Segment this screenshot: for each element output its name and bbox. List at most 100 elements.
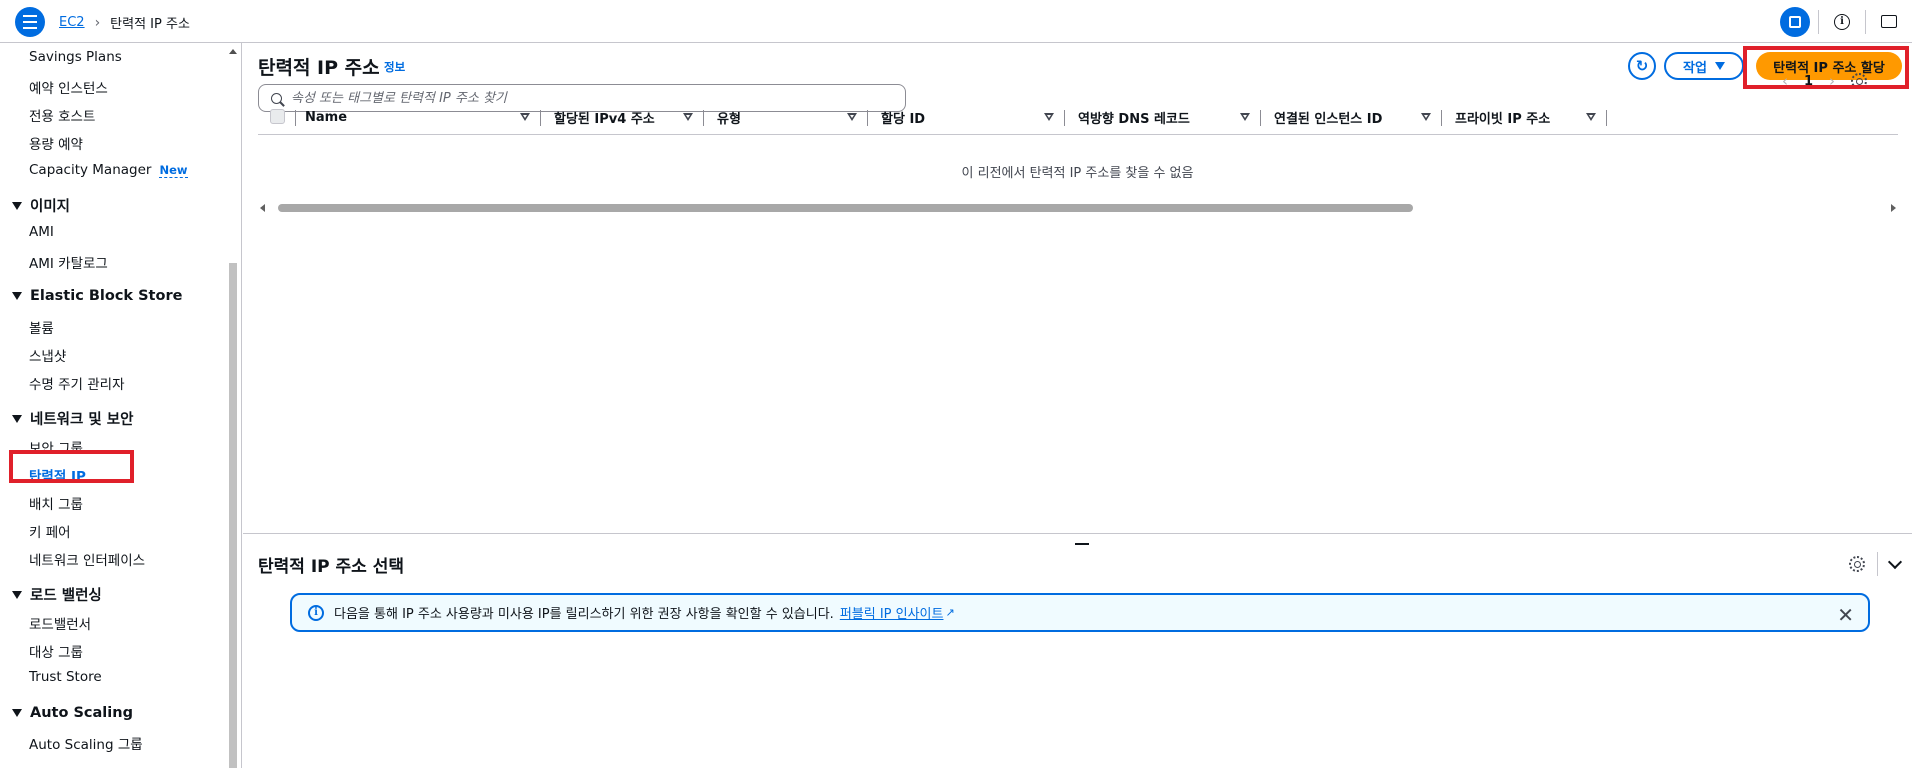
sidebar-item[interactable]: 용량 예약 (29, 133, 83, 153)
column-header[interactable]: 유형 (703, 99, 867, 135)
sidebar-item-label: 로드밸런서 (29, 617, 92, 633)
sidebar-item[interactable]: 수명 주기 관리자 (29, 373, 125, 393)
table-header: Name 할당된 IPv4 주소 유형 할당 ID 역방향 DNS 레코드 연결… (258, 99, 1898, 135)
refresh-button[interactable]: ↻ (1628, 52, 1656, 80)
breadcrumb-current: 탄력적 IP 주소 (110, 17, 190, 32)
close-icon[interactable]: ✕ (1837, 603, 1854, 627)
sort-icon[interactable] (847, 113, 857, 121)
highlight-box-allocate (1743, 46, 1909, 89)
column-header[interactable]: 역방향 DNS 레코드 (1064, 99, 1260, 135)
sidebar-section-header[interactable]: 이미지 (12, 195, 70, 216)
breadcrumb-ec2-link[interactable]: EC2 (59, 15, 85, 30)
column-divider (1260, 110, 1261, 126)
sidebar-item[interactable]: Trust Store (29, 669, 102, 685)
sidebar-item[interactable]: AMI (29, 224, 54, 240)
sidebar-item[interactable]: 전용 호스트 (29, 105, 95, 125)
column-divider-end (1606, 99, 1616, 135)
info-link[interactable]: 정보 (384, 59, 405, 75)
sort-icon[interactable] (1421, 113, 1431, 121)
sort-icon[interactable] (683, 113, 693, 121)
scrollbar-thumb[interactable] (278, 204, 1413, 212)
caret-down-icon[interactable] (12, 590, 22, 599)
chevron-down-icon[interactable] (1887, 554, 1903, 569)
sidebar-item-label: Auto Scaling 그룹 (29, 737, 143, 753)
sidebar: Savings Plans 예약 인스턴스전용 호스트용량 예약 Capacity … (0, 43, 242, 768)
sidebar-item[interactable]: 배치 그룹 (29, 493, 83, 513)
sidebar-section-label: Elastic Block Store (30, 288, 183, 304)
actions-dropdown-button[interactable]: 작업 (1664, 52, 1744, 80)
column-header[interactable]: 연결된 인스턴스 ID (1260, 99, 1441, 135)
monitor-icon (1881, 15, 1897, 28)
refresh-icon: ↻ (1635, 57, 1649, 75)
info-icon: i (308, 604, 324, 621)
sidebar-item-label: 네트워크 인터페이스 (29, 553, 146, 569)
sidebar-item-label: 전용 호스트 (29, 109, 96, 125)
caret-down-icon[interactable] (12, 709, 22, 717)
info-panel-button[interactable]: i (1819, 0, 1865, 43)
sidebar-item[interactable]: 스냅샷 (29, 345, 66, 365)
sidebar-scrollbar[interactable] (229, 43, 238, 768)
sort-icon[interactable] (1586, 113, 1596, 121)
sidebar-item[interactable]: 키 페어 (29, 521, 71, 541)
sidebar-item[interactable]: 로드밸런서 (29, 613, 91, 633)
sidebar-item[interactable]: 예약 인스턴스 (29, 77, 108, 97)
caret-down-icon[interactable] (12, 292, 22, 300)
sidebar-item-label: Savings Plans (29, 49, 122, 65)
sidebar-item[interactable]: 볼륨 (29, 317, 54, 337)
sidebar-item[interactable]: 대상 그룹 (29, 641, 83, 661)
breadcrumb: EC2 › 탄력적 IP 주소 (59, 13, 190, 33)
external-link-icon[interactable]: ↗ (945, 606, 954, 619)
info-alert: i 다음을 통해 IP 주소 사용량과 미사용 IP를 릴리스하기 위한 권장 … (290, 593, 1870, 632)
split-panel-tools (1849, 552, 1903, 576)
caret-down-icon[interactable] (12, 201, 22, 210)
split-panel-title: 탄력적 IP 주소 선택 (258, 557, 405, 577)
sort-icon[interactable] (520, 113, 530, 121)
caret-down-icon[interactable] (12, 414, 22, 423)
sidebar-item-label: 수명 주기 관리자 (29, 377, 125, 393)
scroll-up-icon[interactable] (229, 49, 237, 54)
sort-icon[interactable] (1044, 113, 1054, 121)
sidebar-item-label: 키 페어 (29, 525, 71, 541)
page-title: 탄력적 IP 주소 (258, 57, 380, 79)
sidebar-item[interactable]: 네트워크 인터페이스 (29, 549, 145, 569)
column-divider (867, 110, 868, 126)
sidebar-section-label: 네트워크 및 보안 (30, 412, 134, 428)
tools-panel-button[interactable] (1772, 0, 1818, 43)
scroll-right-icon[interactable] (1891, 204, 1896, 212)
sidebar-item[interactable]: AMI 카탈로그 (29, 252, 108, 272)
sidebar-item-label: 배치 그룹 (29, 497, 83, 513)
select-all-checkbox[interactable] (270, 109, 285, 124)
column-header[interactable]: 프라이빗 IP 주소 (1441, 99, 1606, 135)
menu-icon[interactable] (15, 7, 45, 37)
sort-icon[interactable] (1240, 113, 1250, 121)
settings-gear-icon[interactable] (1849, 556, 1865, 572)
sidebar-item[interactable]: Savings Plans (29, 49, 122, 65)
scroll-left-icon[interactable] (260, 204, 265, 212)
new-badge: New (159, 163, 188, 178)
sidebar-item-label: 볼륨 (29, 321, 54, 337)
sidebar-section-header[interactable]: Auto Scaling (12, 705, 133, 721)
resize-handle[interactable] (1075, 543, 1089, 545)
scrollbar-thumb[interactable] (229, 263, 237, 768)
empty-table-message: 이 리전에서 탄력적 IP 주소를 찾을 수 없음 (961, 166, 1194, 181)
sidebar-item[interactable]: Capacity Manager New (29, 162, 188, 178)
column-header[interactable]: Name (295, 99, 540, 135)
column-header[interactable]: 할당된 IPv4 주소 (540, 99, 703, 135)
sidebar-section-header[interactable]: Elastic Block Store (12, 288, 182, 304)
column-header[interactable]: 할당 ID (867, 99, 1064, 135)
column-divider (1606, 110, 1607, 126)
main-content: 탄력적 IP 주소 정보 ↻ 작업 탄력적 IP 주소 할당 ‹ 1 › Nam… (243, 43, 1912, 533)
sidebar-item[interactable]: Auto Scaling 그룹 (29, 733, 143, 753)
sidebar-section-label: 이미지 (30, 199, 71, 215)
sidebar-item-label: 스냅샷 (29, 349, 67, 365)
feedback-button[interactable] (1866, 0, 1912, 43)
highlight-box-sidebar (9, 450, 134, 483)
sidebar-item-label: AMI 카탈로그 (29, 256, 108, 272)
sidebar-item-label: 용량 예약 (29, 137, 83, 153)
public-ip-insights-link[interactable]: 퍼블릭 IP 인사이트 (840, 603, 944, 622)
sidebar-section-header[interactable]: 로드 밸런싱 (12, 584, 102, 605)
panel-icon (1780, 6, 1810, 37)
sidebar-section-header[interactable]: 네트워크 및 보안 (12, 408, 133, 429)
split-panel: 탄력적 IP 주소 선택 i 다음을 통해 IP 주소 사용량과 미사용 IP를… (243, 533, 1912, 768)
horizontal-scrollbar[interactable] (258, 202, 1898, 214)
